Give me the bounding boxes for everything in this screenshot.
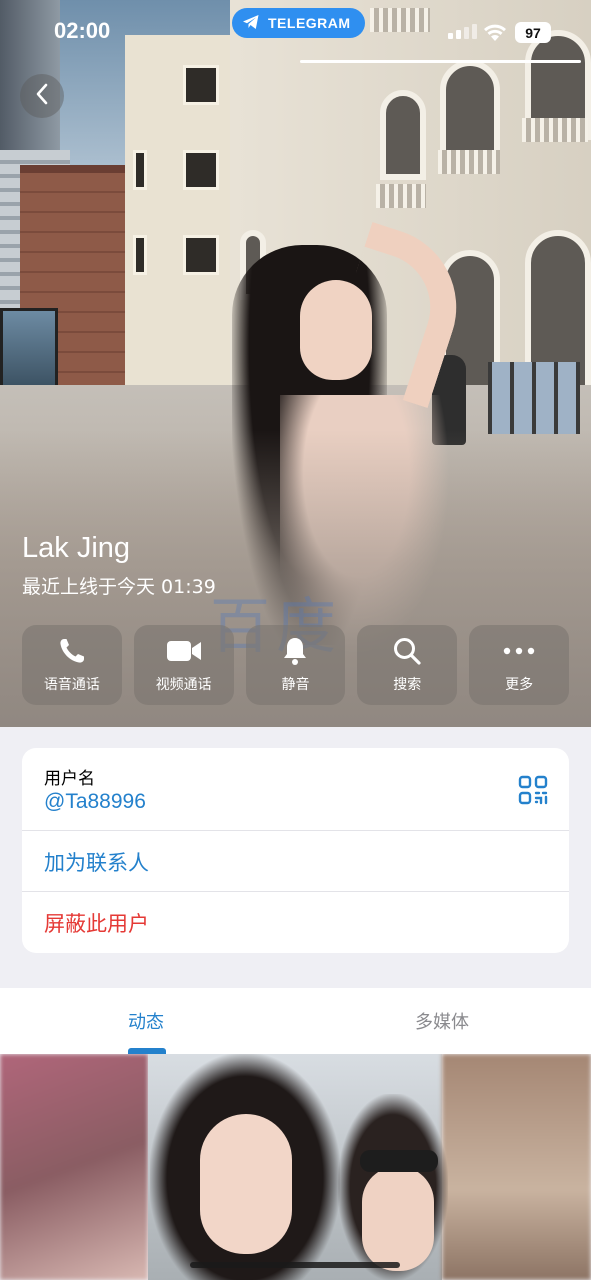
story-progress-line [300,60,581,63]
home-indicator[interactable] [190,1262,400,1268]
post-thumbnail-right[interactable] [442,1054,591,1280]
mute-label: 静音 [281,677,310,693]
add-contact-label: 加为联系人 [44,851,149,875]
thumbnail-sunglasses [360,1150,438,1172]
search-label: 搜索 [393,677,422,693]
username-row[interactable]: 用户名 @Ta88996 [22,748,569,831]
more-button[interactable]: 更多 [469,625,569,705]
photo-colonial-building [125,35,235,395]
block-user-label: 屏蔽此用户 [44,912,149,936]
username-value[interactable]: @Ta88996 [44,790,146,814]
battery-indicator: 97 [515,22,551,43]
voice-call-button[interactable]: 语音通话 [22,625,122,705]
profile-action-bar: 语音通话 视频通话 静音 搜索 更多 [22,625,569,705]
photo-billboard [0,308,58,388]
block-user-row[interactable]: 屏蔽此用户 [22,892,569,953]
video-call-label: 视频通话 [155,677,212,693]
search-icon [392,636,422,666]
search-button[interactable]: 搜索 [357,625,458,705]
tab-media[interactable]: 多媒体 [415,1008,469,1034]
post-thumbnail-left[interactable] [0,1054,148,1280]
photo-person-face [300,280,372,380]
video-camera-icon [166,636,202,666]
posts-grid [0,1054,591,1280]
profile-info-card: 用户名 @Ta88996 加为联系人 屏蔽此用户 [22,748,569,953]
profile-name: Lak Jing [22,532,131,564]
cellular-signal-icon [448,24,477,39]
telegram-pill-label: TELEGRAM [268,15,351,31]
telegram-icon [242,14,260,33]
bell-icon [282,636,308,666]
phone-icon [57,636,87,666]
add-contact-row[interactable]: 加为联系人 [22,831,569,892]
chevron-left-icon [35,83,49,109]
qr-code-icon[interactable] [518,775,548,809]
status-time: 02:00 [54,18,111,43]
video-call-button[interactable]: 视频通话 [133,625,234,705]
back-button[interactable] [20,74,64,118]
telegram-pill[interactable]: TELEGRAM [232,8,365,38]
thumbnail-person2-face [362,1166,434,1271]
tab-posts[interactable]: 动态 [128,1008,164,1034]
wifi-icon [482,22,508,46]
photo-poster-stand [488,362,580,434]
last-seen-status: 最近上线于今天 01:39 [22,576,216,598]
mute-button[interactable]: 静音 [245,625,346,705]
more-label: 更多 [505,677,534,693]
more-dots-icon [503,636,535,666]
profile-tabs: 动态 多媒体 [0,988,591,1054]
thumbnail-person-face [200,1114,292,1254]
username-label: 用户名 [44,769,95,789]
voice-call-label: 语音通话 [43,677,100,693]
